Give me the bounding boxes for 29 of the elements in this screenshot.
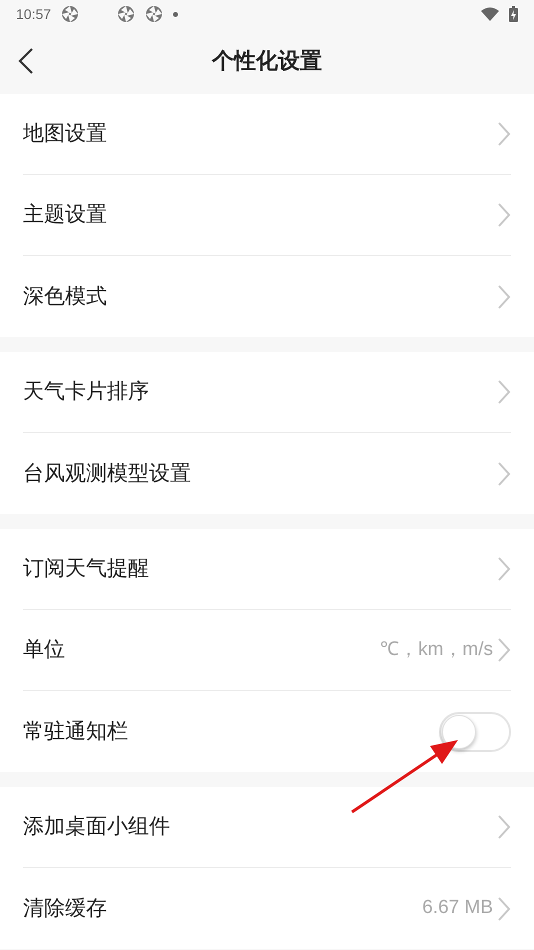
page-title: 个性化设置: [212, 48, 322, 76]
setting-value: ℃，km，m/s: [380, 638, 493, 662]
toggle-switch[interactable]: [439, 712, 511, 752]
status-time: 10:57: [16, 4, 52, 24]
setting-label: 添加桌面小组件: [23, 813, 170, 840]
setting-label: 地图设置: [23, 120, 107, 148]
chevron-right-icon: [497, 556, 511, 582]
setting-label: 台风观测模型设置: [23, 460, 191, 487]
chevron-right-icon: [497, 637, 511, 663]
chevron-right-icon: [497, 814, 511, 840]
chevron-right-icon: [497, 896, 511, 922]
battery-icon: [509, 6, 518, 22]
setting-label: 清除缓存: [23, 894, 107, 922]
shutter-icon: [117, 5, 136, 23]
shutter-icon: [145, 5, 164, 23]
chevron-right-icon: [497, 202, 511, 228]
setting-label: 主题设置: [23, 201, 107, 228]
setting-value: 6.67 MB: [422, 896, 493, 920]
chevron-right-icon: [497, 121, 511, 147]
setting-label: 常驻通知栏: [23, 718, 128, 745]
shutter-icon: [61, 5, 80, 23]
setting-label: 单位: [23, 636, 65, 664]
chevron-right-icon: [497, 284, 511, 310]
wifi-icon: [481, 7, 499, 21]
setting-label: 天气卡片排序: [23, 378, 149, 406]
setting-label: 订阅天气提醒: [23, 555, 149, 582]
chevron-right-icon: [497, 460, 511, 486]
chevron-right-icon: [497, 379, 511, 405]
setting-label: 深色模式: [23, 282, 107, 310]
